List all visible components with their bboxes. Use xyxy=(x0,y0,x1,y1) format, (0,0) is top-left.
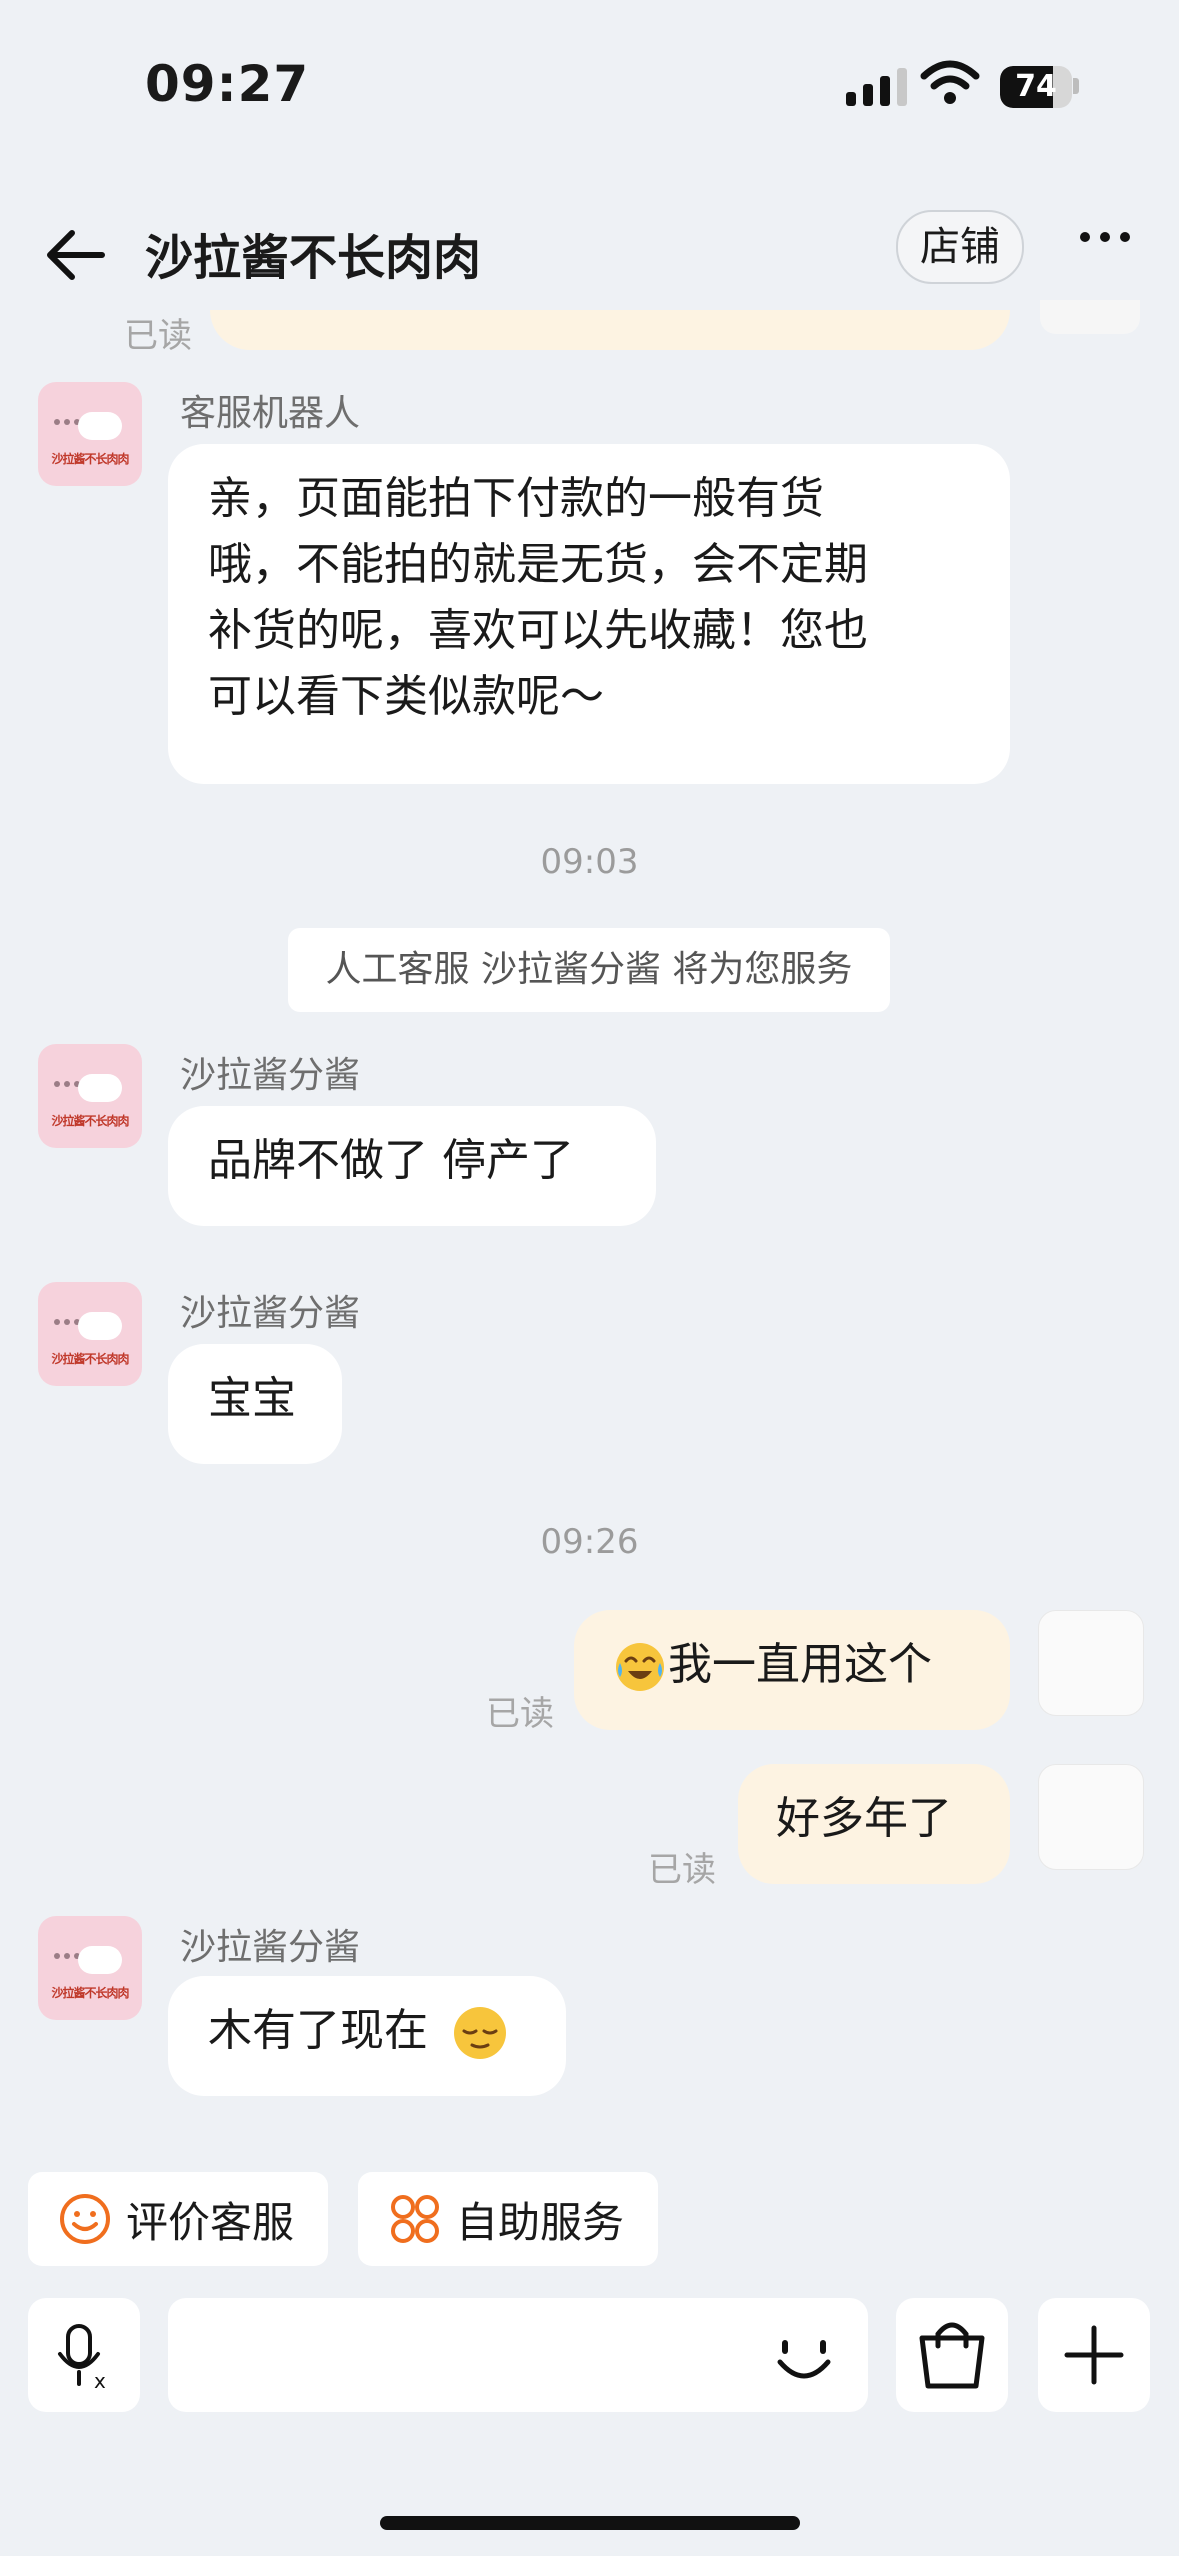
grid-icon xyxy=(391,2195,439,2243)
home-indicator xyxy=(380,2516,800,2530)
message-text: 我一直用这个 xyxy=(668,1639,932,1690)
self-service-label: 自助服务 xyxy=(456,2197,625,2247)
my-message-bubble[interactable]: 好多年了 xyxy=(738,1764,1010,1884)
my-message-bubble[interactable]: 我一直用这个 xyxy=(574,1610,1010,1730)
self-service-button[interactable]: 自助服务 xyxy=(358,2172,658,2266)
bot-message-line: 可以看下类似款呢～ xyxy=(208,671,604,722)
relieved-face-emoji-icon xyxy=(454,2007,506,2059)
bot-message-line: 哦，不能拍的就是无货，会不定期 xyxy=(208,539,868,590)
battery-icon: 74 xyxy=(1000,66,1072,108)
sender-name: 沙拉酱分酱 xyxy=(180,1055,361,1096)
shop-avatar[interactable]: 沙拉酱不长肉肉 xyxy=(38,1044,142,1148)
agent-message-bubble[interactable]: 木有了现在 xyxy=(168,1976,566,2096)
shop-avatar[interactable]: 沙拉酱不长肉肉 xyxy=(38,382,142,486)
message-timestamp: 09:26 xyxy=(540,1522,639,1562)
sender-name: 客服机器人 xyxy=(180,393,361,434)
sender-name: 沙拉酱分酱 xyxy=(180,1293,361,1334)
more-icon[interactable] xyxy=(1080,232,1130,242)
shop-title: 沙拉酱不长肉肉 xyxy=(145,230,482,286)
my-avatar-partial xyxy=(1040,300,1140,334)
read-receipt: 已读 xyxy=(124,316,192,356)
more-functions-button[interactable] xyxy=(1038,2298,1150,2412)
bot-message-bubble[interactable]: 亲，页面能拍下付款的一般有货 哦，不能拍的就是无货，会不定期 补货的呢，喜欢可以… xyxy=(168,444,1010,784)
svg-text:x: x xyxy=(94,2369,106,2393)
message-input[interactable] xyxy=(168,2298,868,2412)
voice-button[interactable]: x xyxy=(28,2298,140,2412)
bot-message-line: 补货的呢，喜欢可以先收藏！您也 xyxy=(208,605,868,656)
agent-message-bubble[interactable]: 品牌不做了 停产了 xyxy=(168,1106,656,1226)
bot-message-line: 亲，页面能拍下付款的一般有货 xyxy=(208,473,824,524)
voice-icon: x xyxy=(58,2324,106,2393)
emoji-icon[interactable] xyxy=(768,2320,840,2392)
my-avatar[interactable] xyxy=(1038,1764,1144,1870)
my-avatar[interactable] xyxy=(1038,1610,1144,1716)
status-time: 09:27 xyxy=(145,55,310,113)
smile-icon xyxy=(60,2194,110,2244)
read-receipt: 已读 xyxy=(648,1850,716,1890)
wifi-icon xyxy=(920,60,980,104)
cellular-signal-icon xyxy=(846,66,907,106)
tears-of-joy-emoji-icon xyxy=(616,1643,664,1691)
message-text: 品牌不做了 停产了 xyxy=(208,1135,574,1186)
shop-button[interactable]: 店铺 xyxy=(896,210,1024,284)
plus-icon xyxy=(1064,2325,1124,2385)
message-text: 好多年了 xyxy=(776,1793,952,1844)
read-receipt: 已读 xyxy=(486,1694,554,1734)
system-notice: 人工客服 沙拉酱分酱 将为您服务 xyxy=(288,928,890,1012)
message-timestamp: 09:03 xyxy=(540,842,639,882)
rate-service-label: 评价客服 xyxy=(126,2197,295,2247)
shop-avatar[interactable]: 沙拉酱不长肉肉 xyxy=(38,1282,142,1386)
agent-message-bubble[interactable]: 宝宝 xyxy=(168,1344,342,1464)
back-arrow-icon[interactable] xyxy=(40,220,110,290)
rate-service-button[interactable]: 评价客服 xyxy=(28,2172,328,2266)
battery-nub xyxy=(1073,78,1079,94)
sender-name: 沙拉酱分酱 xyxy=(180,1927,361,1968)
battery-level: 74 xyxy=(1015,69,1057,104)
shop-avatar[interactable]: 沙拉酱不长肉肉 xyxy=(38,1916,142,2020)
shopping-bag-button[interactable] xyxy=(896,2298,1008,2412)
message-text: 宝宝 xyxy=(208,1373,296,1424)
message-text: 木有了现在 xyxy=(208,2005,428,2056)
previous-message-bubble xyxy=(210,310,1010,350)
bag-icon xyxy=(919,2322,985,2389)
